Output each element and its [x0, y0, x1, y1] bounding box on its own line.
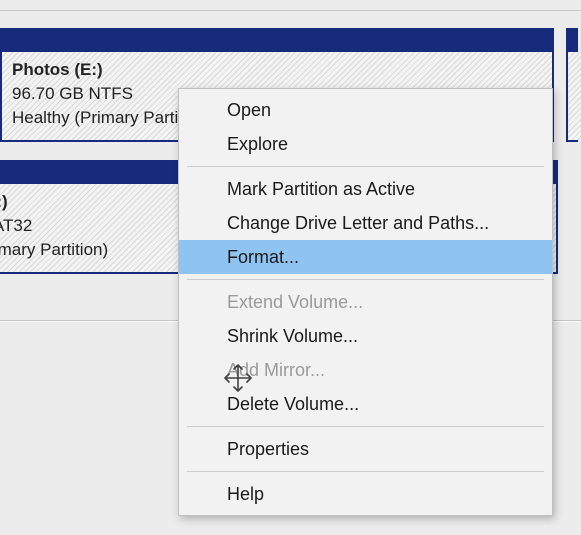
volume-body — [568, 52, 581, 140]
volume-header-bar — [568, 30, 576, 52]
volume-tile-adjacent[interactable] — [566, 28, 578, 142]
menu-item-add-mirror: Add Mirror... — [179, 353, 552, 387]
menu-item-open[interactable]: Open — [179, 93, 552, 127]
menu-separator — [187, 471, 544, 472]
menu-item-change-drive-letter-and-paths[interactable]: Change Drive Letter and Paths... — [179, 206, 552, 240]
menu-separator — [187, 426, 544, 427]
menu-item-explore[interactable]: Explore — [179, 127, 552, 161]
volume-header-bar — [2, 30, 552, 52]
menu-separator — [187, 279, 544, 280]
menu-item-help[interactable]: Help — [179, 477, 552, 511]
disk-management-panel: Photos (E:) 96.70 GB NTFS Healthy (Prima… — [0, 0, 581, 535]
volume-context-menu: OpenExplore Mark Partition as ActiveChang… — [178, 88, 553, 516]
menu-item-extend-volume: Extend Volume... — [179, 285, 552, 319]
menu-item-properties[interactable]: Properties — [179, 432, 552, 466]
menu-item-delete-volume[interactable]: Delete Volume... — [179, 387, 552, 421]
menu-item-mark-partition-as-active[interactable]: Mark Partition as Active — [179, 172, 552, 206]
menu-item-shrink-volume[interactable]: Shrink Volume... — [179, 319, 552, 353]
panel-top-rule — [0, 10, 581, 11]
volume-name-label: Photos (E:) — [12, 58, 542, 82]
menu-separator — [187, 166, 544, 167]
menu-item-format[interactable]: Format... — [179, 240, 552, 274]
